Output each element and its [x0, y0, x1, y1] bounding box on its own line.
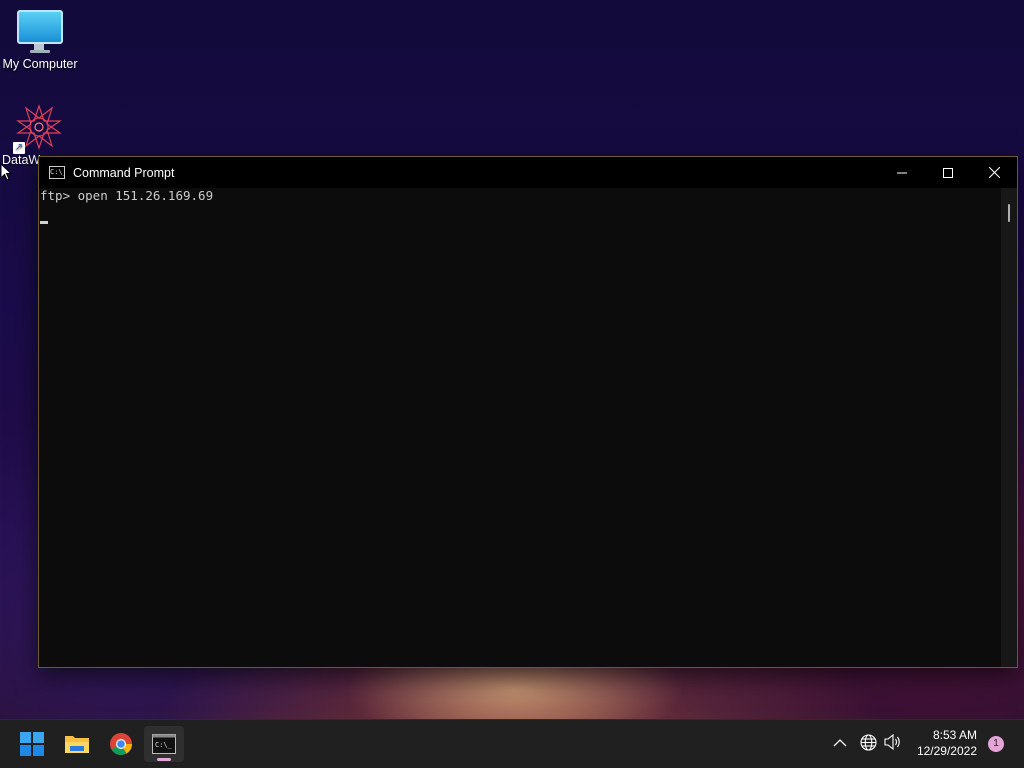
close-icon [988, 167, 1000, 178]
minimize-button[interactable] [879, 157, 925, 188]
folder-icon [65, 736, 89, 753]
active-app-indicator [157, 758, 171, 761]
shortcut-arrow-icon: ↗ [13, 142, 25, 154]
windows-logo-icon [20, 732, 44, 756]
taskbar-clock[interactable]: 8:53 AM 12/29/2022 [917, 727, 977, 759]
desktop-icon-label: My Computer [2, 57, 78, 71]
taskbar-chrome[interactable] [101, 726, 141, 762]
taskbar-command-prompt[interactable]: C:\_ [144, 726, 184, 762]
taskbar-file-explorer[interactable] [57, 726, 97, 762]
globe-icon[interactable] [860, 734, 877, 754]
chevron-up-icon[interactable] [833, 734, 847, 750]
scroll-thumb[interactable] [1008, 204, 1010, 222]
minimize-icon [897, 172, 907, 173]
notification-badge[interactable]: 1 [988, 736, 1004, 752]
desktop-icon-my-computer[interactable]: My Computer [0, 0, 80, 71]
text-cursor [40, 221, 48, 224]
clock-time: 8:53 AM [932, 728, 977, 742]
monitor-icon [17, 10, 63, 50]
maximize-button[interactable] [925, 157, 971, 188]
taskbar: C:\_ 8:53 AM 12/29/2022 1 [0, 719, 1024, 768]
clock-date: 12/29/2022 [916, 744, 977, 758]
mouse-pointer-icon [0, 163, 12, 181]
window-title: Command Prompt [73, 165, 175, 180]
maximize-icon [943, 167, 953, 178]
terminal-prompt-line [40, 208, 1000, 228]
terminal-output[interactable]: ftp> open 151.26.169.69 [39, 188, 1001, 667]
cmd-icon: C:\_ [49, 166, 65, 179]
chrome-icon [110, 733, 132, 755]
volume-icon[interactable] [884, 733, 902, 753]
terminal-icon: C:\_ [152, 734, 176, 754]
window-titlebar[interactable]: C:\_ Command Prompt [39, 157, 1017, 188]
terminal-line: ftp> open 151.26.169.69 [40, 188, 214, 203]
svg-text:C:\_: C:\_ [155, 741, 173, 749]
vertical-scrollbar[interactable] [1001, 188, 1017, 667]
command-prompt-window[interactable]: C:\_ Command Prompt ftp> open 151.26.169… [38, 156, 1018, 668]
close-button[interactable] [971, 157, 1017, 188]
start-button[interactable] [12, 726, 52, 762]
monitor-stand [30, 50, 50, 53]
